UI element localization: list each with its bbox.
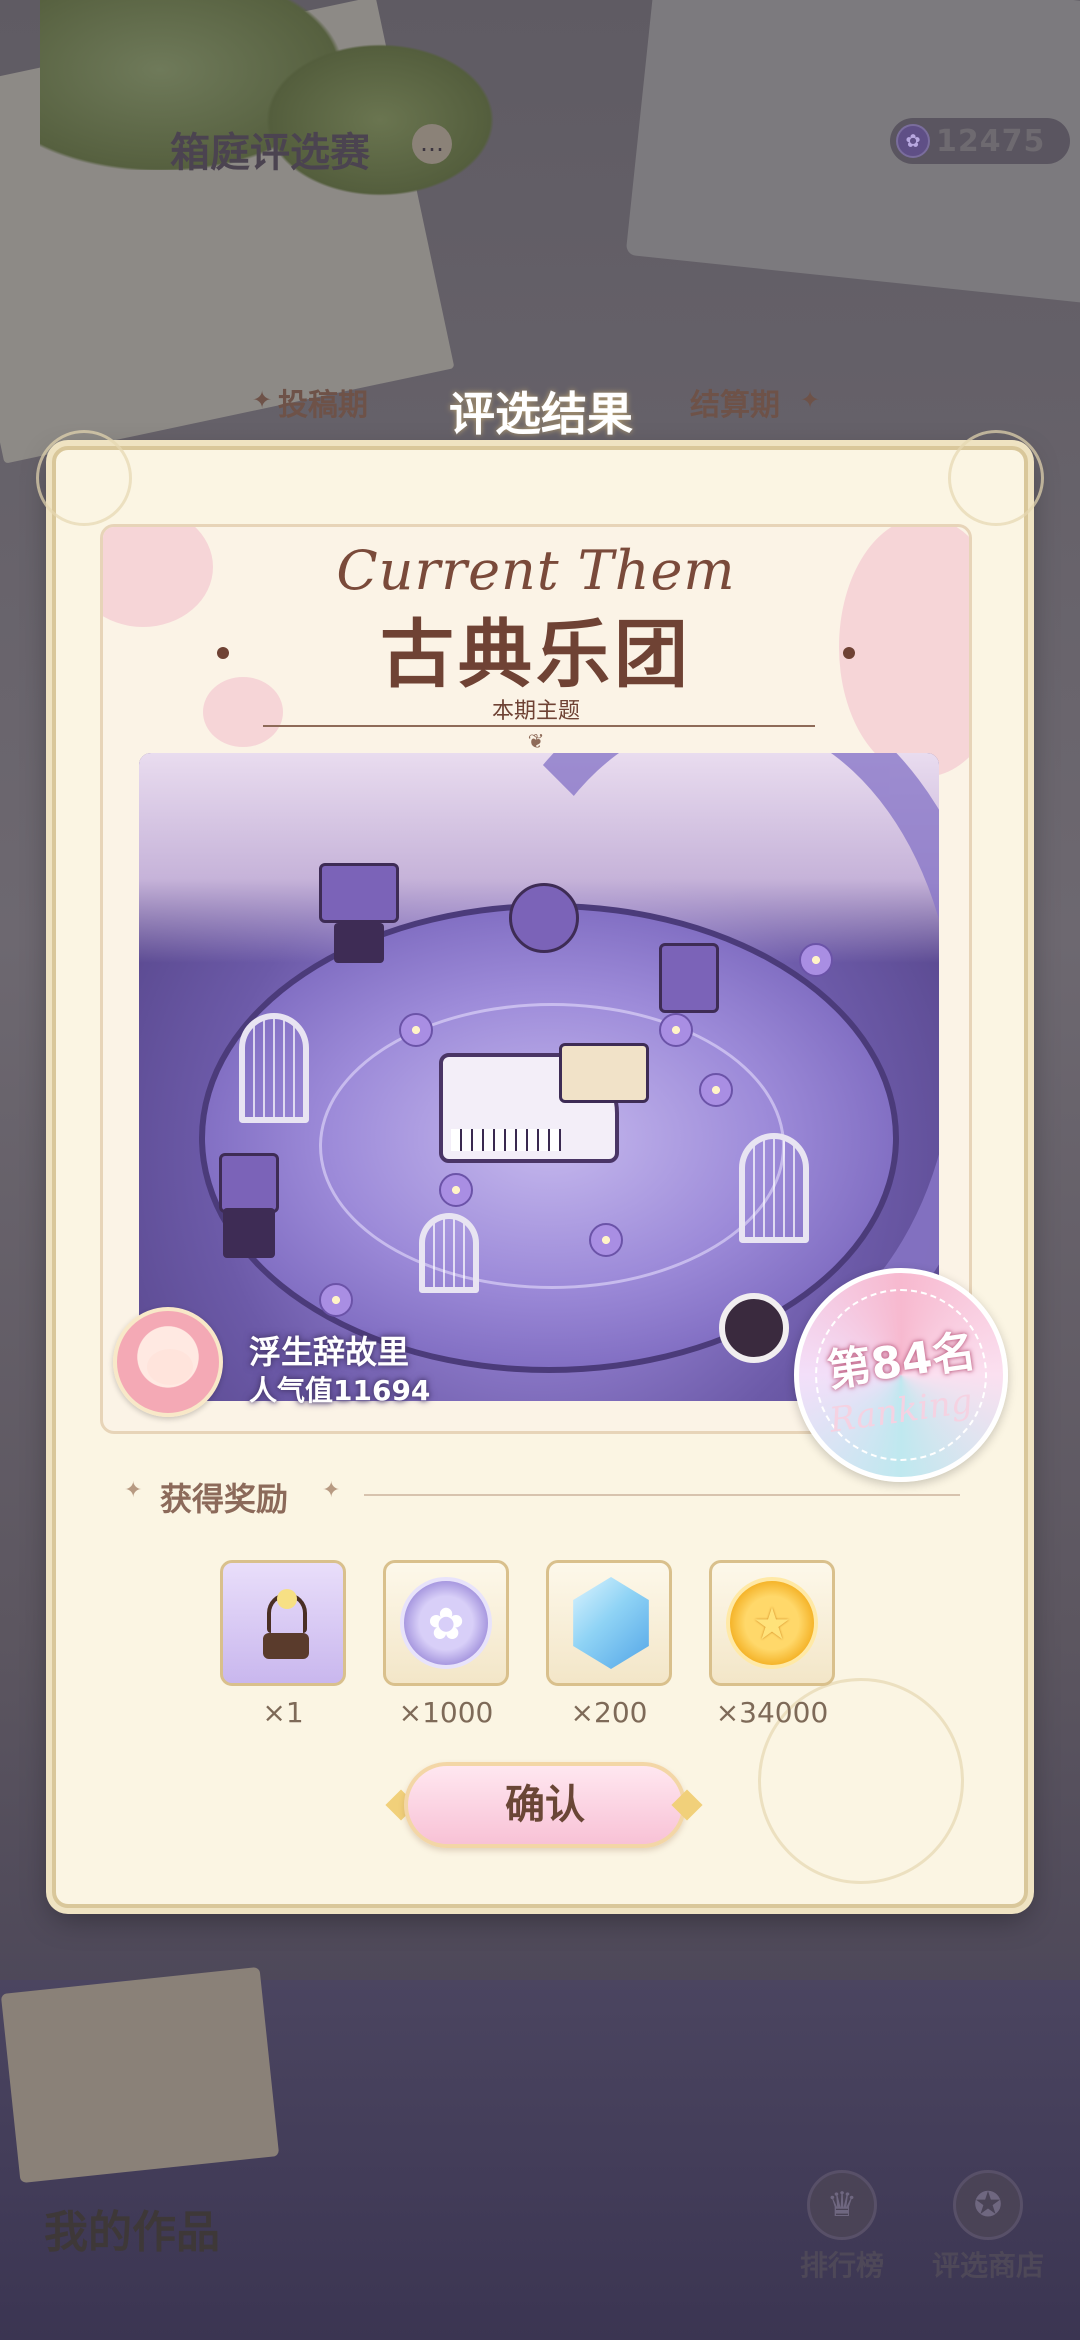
- corner-ornament: [36, 430, 132, 526]
- reward-item[interactable]: ★ ×34000: [709, 1560, 835, 1729]
- flower-figure: [589, 1223, 623, 1257]
- phase-submission: 投稿期: [278, 388, 368, 423]
- flower-figure: [319, 1283, 353, 1317]
- flower-coin-icon: ✿: [400, 1577, 492, 1669]
- shop-label: 评选商店: [931, 2249, 1044, 2282]
- gramophone-figure: [509, 883, 579, 953]
- theme-subtitle: 本期主题: [491, 699, 580, 724]
- reward-quantity: ×1: [262, 1696, 304, 1729]
- sparkle-icon: ✦: [322, 1478, 341, 1503]
- sparkle-icon: ✦: [252, 386, 273, 414]
- gramophone-icon: [253, 1589, 319, 1659]
- reward-slot[interactable]: ★: [709, 1560, 835, 1686]
- reward-slot[interactable]: ✿: [383, 1560, 509, 1686]
- reward-quantity: ×34000: [715, 1696, 829, 1729]
- reward-item[interactable]: ×200: [546, 1560, 672, 1729]
- reward-item[interactable]: ×1: [220, 1560, 346, 1729]
- ornament-icon: ❦: [527, 729, 545, 753]
- photo-decor: [0, 1966, 280, 2184]
- my-works-button[interactable]: 我的作品: [44, 2196, 220, 2260]
- corner-ornament: [948, 430, 1044, 526]
- leaderboard-label: 排行榜: [799, 2249, 884, 2282]
- page-title: 箱庭评选赛: [170, 129, 370, 176]
- music-stand-figure: [319, 863, 399, 923]
- reward-slot[interactable]: [220, 1560, 346, 1686]
- divider: [364, 1494, 960, 1496]
- harp-figure: [739, 1133, 809, 1243]
- sheet-music-figure: [559, 1043, 649, 1103]
- flower-figure: [399, 1013, 433, 1047]
- author-popularity: 人气值11694: [249, 1374, 431, 1407]
- confirm-button[interactable]: 确认: [404, 1762, 686, 1848]
- currency-display: ✿ 12475: [890, 118, 1070, 164]
- flower-figure: [699, 1073, 733, 1107]
- result-modal: 评选结果 Current Them 古典乐团 本期主题 ❦ 浮生辞故里 人气值1…: [36, 387, 1044, 1908]
- shop-icon: ✪: [953, 2170, 1023, 2240]
- star-coin-icon: ★: [726, 1577, 818, 1669]
- phase-settlement: 结算期: [690, 388, 780, 423]
- currency-value: 12475: [936, 124, 1046, 159]
- rank-badge: 第84名 Ranking: [794, 1268, 1008, 1482]
- reward-slot[interactable]: [546, 1560, 672, 1686]
- trophy-icon: ♛: [807, 2170, 877, 2240]
- theme-english-title: Current Them: [336, 539, 736, 602]
- reward-item[interactable]: ✿ ×1000: [383, 1560, 509, 1729]
- info-icon[interactable]: …: [412, 124, 452, 164]
- harp-figure: [419, 1213, 479, 1293]
- crystal-icon: [573, 1577, 649, 1669]
- flower-figure: [799, 943, 833, 977]
- theme-title: 古典乐团: [380, 612, 692, 698]
- reward-header: ✦ 获得奖励 ✦: [100, 1474, 980, 1518]
- reward-quantity: ×200: [570, 1696, 648, 1729]
- artwork-image[interactable]: [139, 753, 939, 1401]
- music-stand-figure: [334, 923, 384, 963]
- currency-icon: ✿: [896, 124, 930, 158]
- modal-title: 评选结果: [449, 387, 633, 441]
- sparkle-icon: ✦: [800, 386, 821, 414]
- clock-tower-figure: [659, 943, 719, 1013]
- author-avatar[interactable]: [113, 1307, 223, 1417]
- reward-quantity: ×1000: [398, 1696, 494, 1729]
- shop-button[interactable]: ✪ 评选商店: [918, 2170, 1058, 2284]
- side-table-figure: [219, 1153, 279, 1213]
- sparkle-icon: ✦: [124, 1478, 143, 1503]
- clock-figure: [719, 1293, 789, 1363]
- author-name: 浮生辞故里: [249, 1333, 410, 1371]
- flower-figure: [439, 1173, 473, 1207]
- leaderboard-button[interactable]: ♛ 排行榜: [772, 2170, 912, 2284]
- divider: [263, 725, 815, 727]
- cello-figure: [239, 1013, 309, 1123]
- reward-title: 获得奖励: [160, 1480, 289, 1518]
- flower-figure: [659, 1013, 693, 1047]
- side-table-figure: [223, 1208, 275, 1258]
